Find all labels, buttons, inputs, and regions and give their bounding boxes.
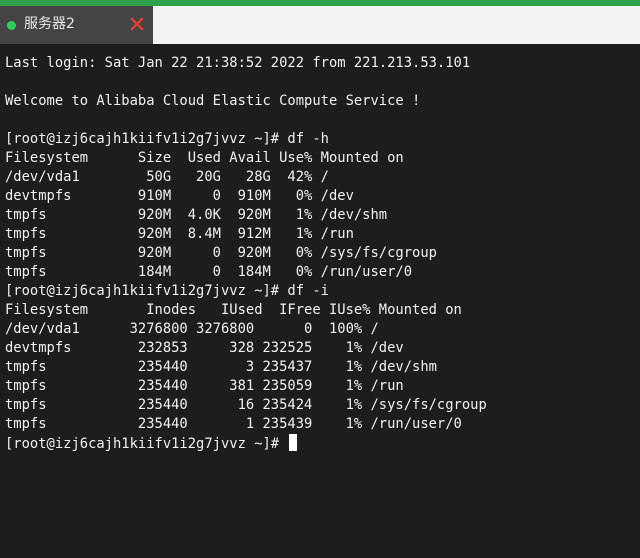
terminal-line-df-i-row: devtmpfs 232853 328 232525 1% /dev xyxy=(5,340,404,356)
terminal-line-df-i-row: tmpfs 235440 381 235059 1% /run xyxy=(5,378,404,394)
terminal-line-df-i-header: Filesystem Inodes IUsed IFree IUse% Moun… xyxy=(5,302,462,318)
terminal-line-df-h-row: tmpfs 184M 0 184M 0% /run/user/0 xyxy=(5,264,413,280)
terminal-line-df-h-header: Filesystem Size Used Avail Use% Mounted … xyxy=(5,150,404,166)
terminal-line-df-i-row: /dev/vda1 3276800 3276800 0 100% / xyxy=(5,321,379,337)
terminal-line-df-h-row: tmpfs 920M 8.4M 912M 1% /run xyxy=(5,226,354,242)
terminal-line-command-df-i: [root@izj6cajh1kiifv1i2g7jvvz ~]# df -i xyxy=(5,283,329,299)
tab-label: 服务器2 xyxy=(24,16,75,32)
terminal-line-df-h-row: /dev/vda1 50G 20G 28G 42% / xyxy=(5,169,329,185)
tab-strip: 服务器2 xyxy=(0,6,640,44)
terminal-line-last-login: Last login: Sat Jan 22 21:38:52 2022 fro… xyxy=(5,55,471,71)
terminal-prompt-line[interactable]: [root@izj6cajh1kiifv1i2g7jvvz ~]# xyxy=(5,434,298,453)
terminal-line-df-i-row: tmpfs 235440 16 235424 1% /sys/fs/cgroup xyxy=(5,397,487,413)
terminal-line-welcome: Welcome to Alibaba Cloud Elastic Compute… xyxy=(5,93,421,109)
terminal-line-command-df-h: [root@izj6cajh1kiifv1i2g7jvvz ~]# df -h xyxy=(5,131,329,147)
close-icon[interactable] xyxy=(129,16,145,32)
terminal-output[interactable]: Last login: Sat Jan 22 21:38:52 2022 fro… xyxy=(0,44,640,558)
connection-status-dot-icon xyxy=(7,21,16,30)
terminal-line-df-h-row: tmpfs 920M 4.0K 920M 1% /dev/shm xyxy=(5,207,388,223)
terminal-cursor xyxy=(289,434,298,451)
terminal-line-df-i-row: tmpfs 235440 1 235439 1% /run/user/0 xyxy=(5,416,462,432)
terminal-line-df-i-row: tmpfs 235440 3 235437 1% /dev/shm xyxy=(5,359,437,375)
terminal-line-df-h-row: tmpfs 920M 0 920M 0% /sys/fs/cgroup xyxy=(5,245,437,261)
tab-server-2[interactable]: 服务器2 xyxy=(0,6,153,44)
terminal-line-df-h-row: devtmpfs 910M 0 910M 0% /dev xyxy=(5,188,354,204)
terminal-prompt: [root@izj6cajh1kiifv1i2g7jvvz ~]# xyxy=(5,436,288,452)
